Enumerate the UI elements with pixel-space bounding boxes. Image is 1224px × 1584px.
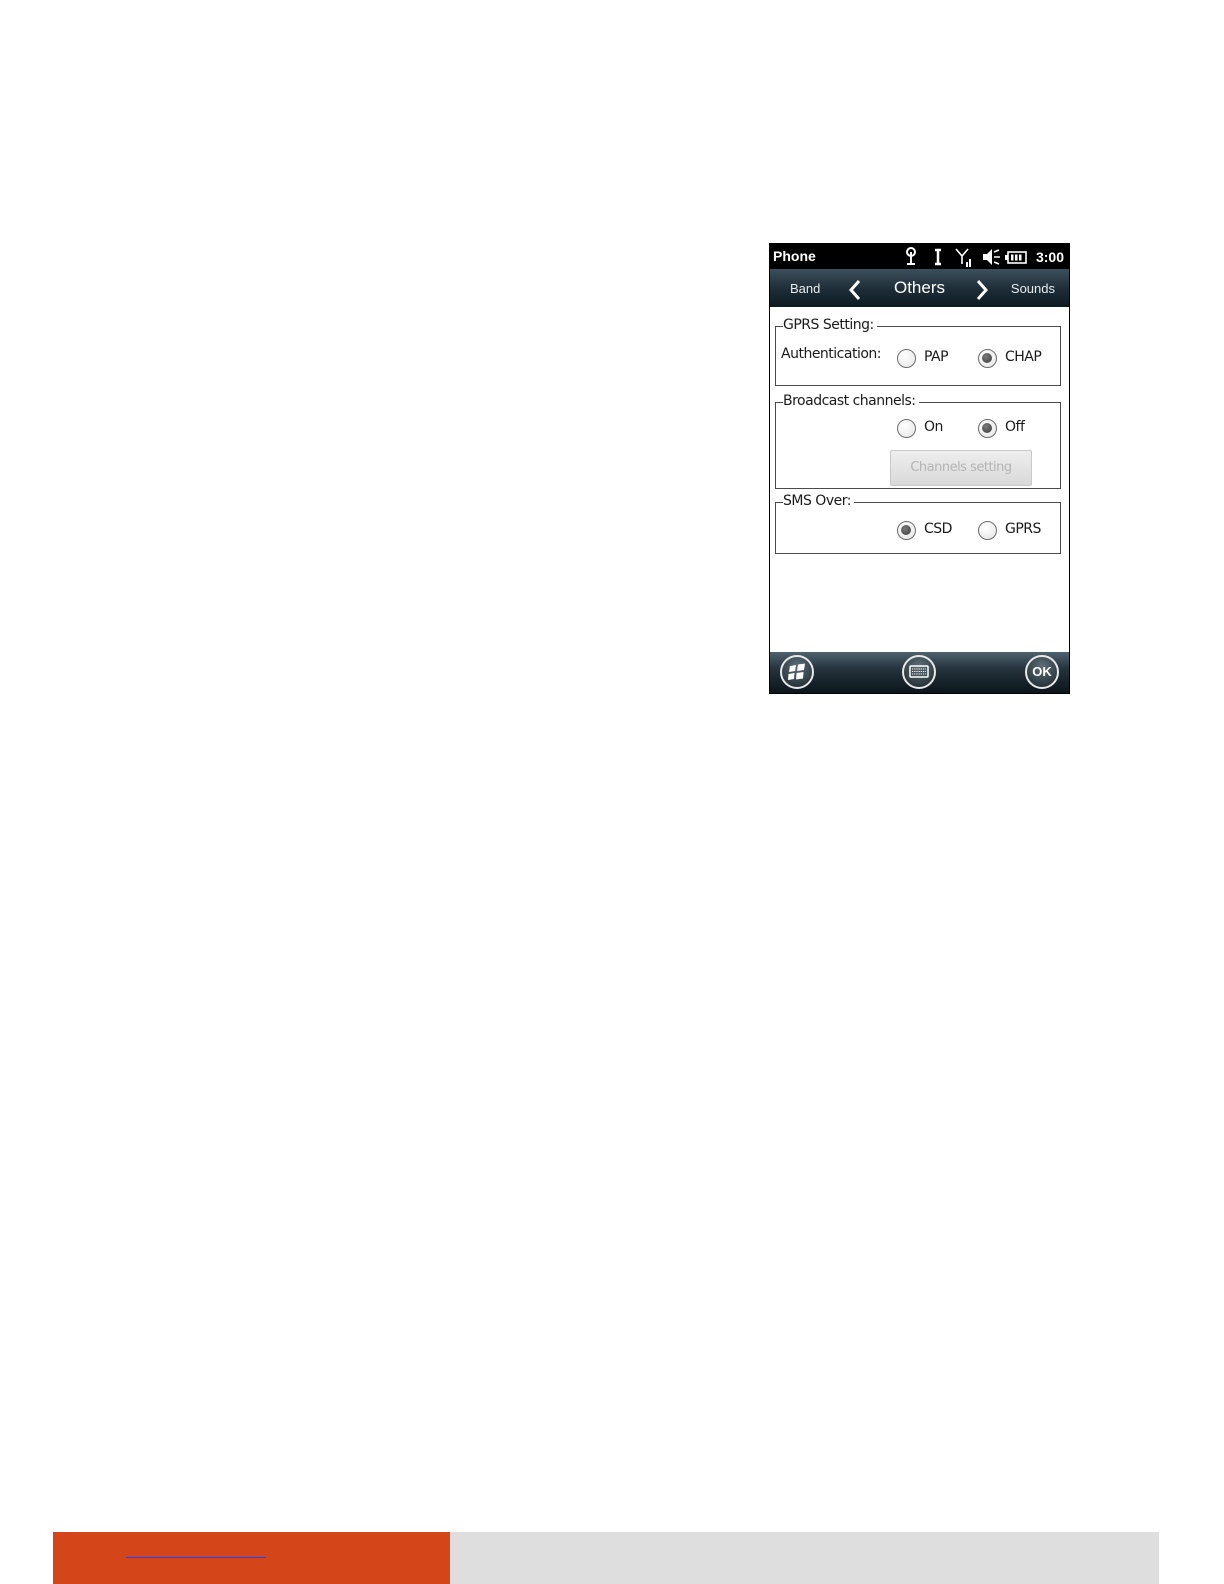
clock: 3:00 xyxy=(1035,249,1064,265)
footer-accent-bar xyxy=(53,1532,450,1584)
footer-bar xyxy=(450,1532,1159,1584)
off-radio[interactable] xyxy=(978,419,997,438)
gprs-setting-group: GPRS Setting: Authentication: PAP CHAP xyxy=(775,317,1061,386)
authentication-label: Authentication: xyxy=(781,346,882,362)
chevron-right-icon[interactable] xyxy=(975,279,989,306)
sms-over-group: SMS Over: CSD GPRS xyxy=(775,493,1061,554)
broadcast-channels-group: Broadcast channels: On Off Channels sett… xyxy=(775,393,1061,489)
tab-navigation: Band Others Sounds xyxy=(770,269,1069,307)
csd-radio[interactable] xyxy=(897,521,916,540)
gprs-radio[interactable] xyxy=(978,521,997,540)
broadcast-channels-legend: Broadcast channels: xyxy=(776,393,919,409)
gprs-setting-legend: GPRS Setting: xyxy=(776,317,877,333)
ok-button[interactable]: OK xyxy=(1025,655,1059,689)
chap-radio[interactable] xyxy=(978,349,997,368)
keyboard-button[interactable] xyxy=(902,655,936,689)
channels-setting-button[interactable]: Channels setting xyxy=(890,450,1032,486)
tab-sounds[interactable]: Sounds xyxy=(1011,281,1055,296)
keyboard-icon xyxy=(909,665,929,678)
sms-over-legend: SMS Over: xyxy=(776,493,854,509)
status-bar: Phone 3:00 xyxy=(770,244,1069,269)
on-radio[interactable] xyxy=(897,419,916,438)
phone-screenshot: Phone 3:00 Band Others Sounds GPRS Setti… xyxy=(769,243,1070,694)
chap-label[interactable]: CHAP xyxy=(1005,349,1042,365)
pap-label[interactable]: PAP xyxy=(924,349,949,365)
windows-flag-icon xyxy=(788,663,805,680)
soft-key-bar: OK xyxy=(770,652,1069,693)
app-title: Phone xyxy=(773,248,816,264)
start-button[interactable] xyxy=(780,655,814,689)
csd-label[interactable]: CSD xyxy=(924,521,952,537)
on-label[interactable]: On xyxy=(924,419,943,435)
pap-radio[interactable] xyxy=(897,349,916,368)
off-label[interactable]: Off xyxy=(1005,419,1025,435)
gprs-label[interactable]: GPRS xyxy=(1005,521,1041,537)
footer-link[interactable] xyxy=(126,1557,266,1558)
